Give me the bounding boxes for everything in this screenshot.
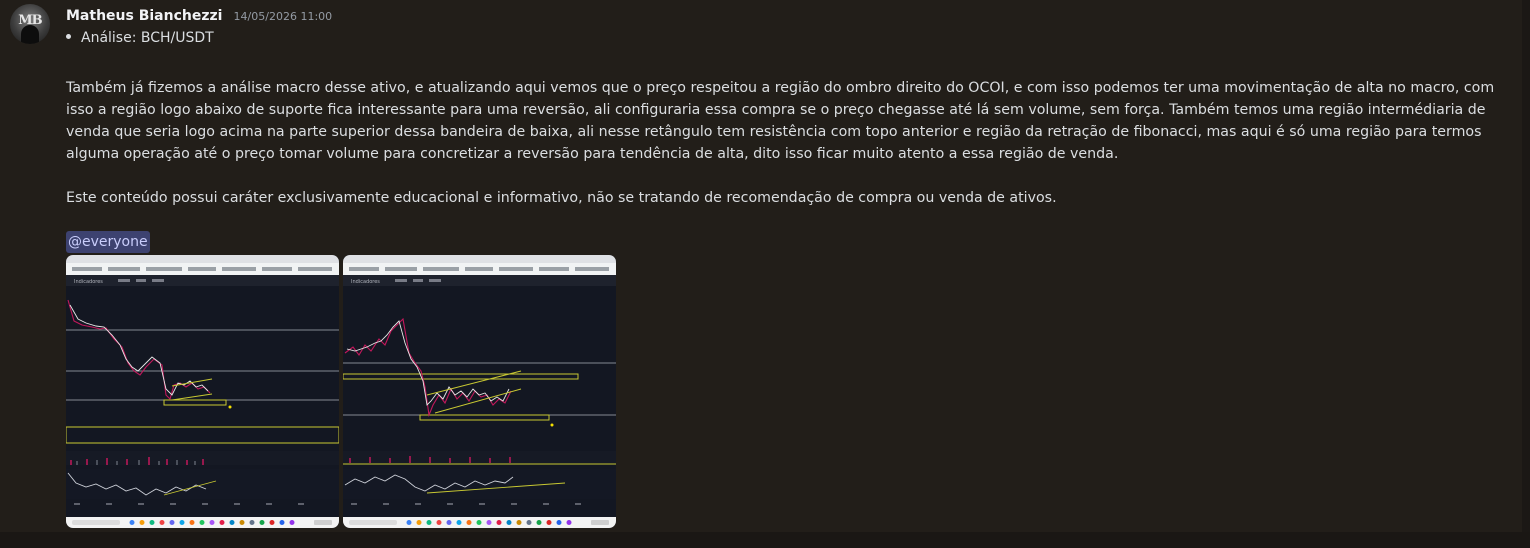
- browser-titlebar: [66, 255, 339, 263]
- browser-titlebar: [343, 255, 616, 263]
- chart-screenshot-2-image: Indicadores: [343, 255, 616, 528]
- image-attachment-2[interactable]: Indicadores: [343, 255, 616, 528]
- composer-edge: [0, 532, 1530, 548]
- chart-screenshot-1-image: Indicadores: [66, 255, 339, 528]
- chart-toolbar-label: Indicadores: [351, 279, 380, 285]
- message-paragraph-disclaimer: Este conteúdo possui caráter exclusivame…: [66, 190, 1057, 206]
- message-paragraph-analysis: Também já fizemos a análise macro desse …: [66, 80, 1495, 162]
- avatar-silhouette: [21, 25, 39, 44]
- chat-message: MB Matheus Bianchezzi 14/05/2026 11:00 A…: [0, 0, 1522, 532]
- message-timestamp[interactable]: 14/05/2026 11:00: [234, 10, 333, 23]
- bullet-dot-icon: [66, 34, 71, 39]
- everyone-mention[interactable]: @everyone: [66, 231, 150, 253]
- chart-toolbar-label: Indicadores: [74, 279, 103, 285]
- chart-toolbar: [343, 275, 616, 286]
- message-header: Matheus Bianchezzi 14/05/2026 11:00: [66, 5, 332, 24]
- bullet-text: Análise: BCH/USDT: [81, 30, 214, 46]
- scrollbar-track[interactable]: [1522, 0, 1530, 532]
- chart-toolbar: [66, 275, 339, 286]
- author-name[interactable]: Matheus Bianchezzi: [66, 8, 222, 24]
- bullet-item: Análise: BCH/USDT: [66, 30, 214, 46]
- image-attachment-1[interactable]: Indicadores: [66, 255, 339, 528]
- avatar[interactable]: MB: [10, 4, 50, 44]
